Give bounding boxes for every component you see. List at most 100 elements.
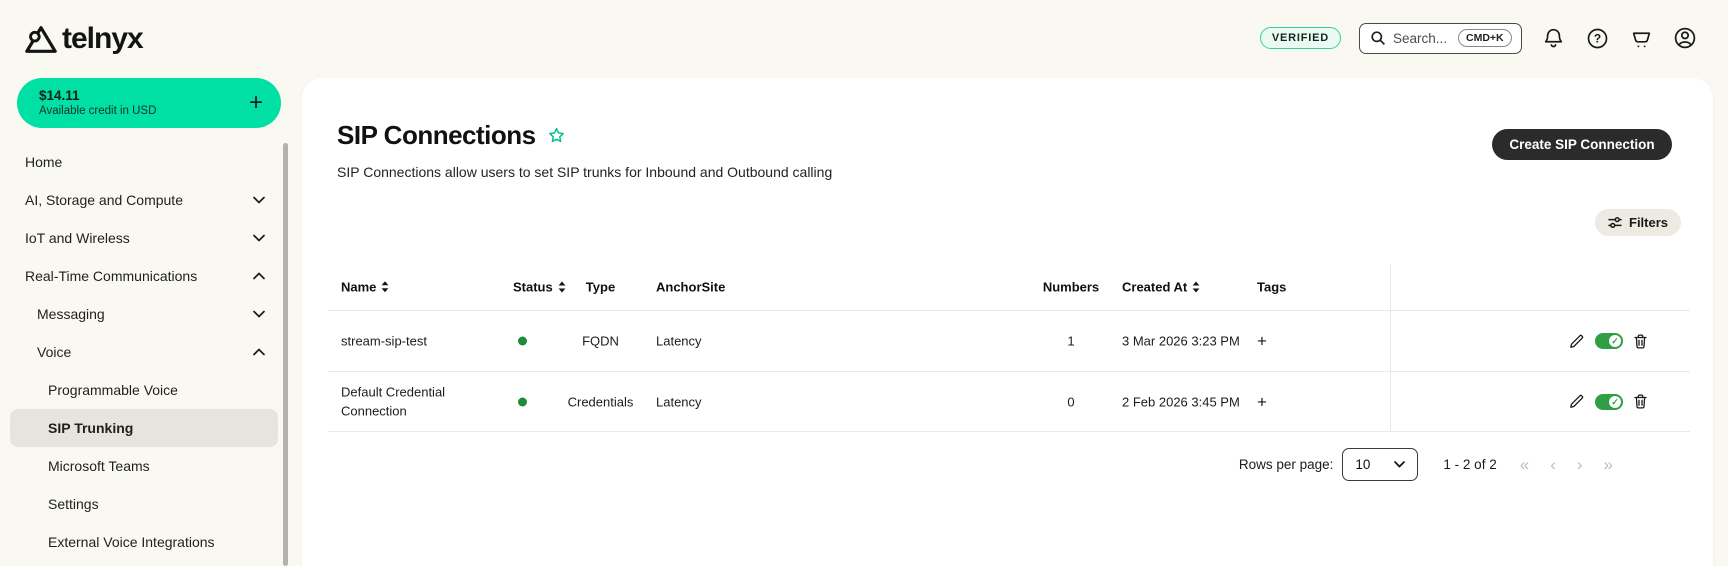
filters-button[interactable]: Filters bbox=[1595, 209, 1682, 236]
page-subtitle: SIP Connections allow users to set SIP t… bbox=[337, 164, 833, 180]
pagination-range-label: 1 - 2 of 2 bbox=[1443, 457, 1497, 472]
create-sip-connection-button[interactable]: Create SIP Connection bbox=[1492, 129, 1672, 160]
previous-page-button[interactable]: ‹ bbox=[1550, 456, 1556, 473]
rows-per-page-select[interactable]: 10 bbox=[1342, 448, 1419, 481]
credit-text: $14.11 Available credit in USD bbox=[39, 88, 156, 118]
add-tag-button[interactable]: + bbox=[1257, 332, 1267, 351]
account-icon[interactable] bbox=[1672, 25, 1698, 51]
column-header-label: Type bbox=[585, 279, 616, 295]
column-header-label: Numbers bbox=[1042, 279, 1100, 295]
connection-name: Default Credential Connection bbox=[341, 384, 446, 419]
sidebar-item-label: Settings bbox=[48, 496, 99, 512]
toggle-knob-check: ✓ bbox=[1609, 395, 1621, 408]
column-header-name[interactable]: Name bbox=[341, 277, 501, 297]
credit-label: Available credit in USD bbox=[39, 105, 157, 117]
pagination-bar: Rows per page: 10 1 - 2 of 2 « ‹ › » bbox=[1239, 448, 1613, 481]
filters-label: Filters bbox=[1629, 215, 1669, 230]
top-bar: telnyx VERIFIED CMD+K ? bbox=[0, 0, 1728, 78]
sidebar-item-external-voice-integrations[interactable]: External Voice Integrations bbox=[10, 523, 278, 561]
column-header-type: Type bbox=[558, 280, 643, 295]
first-page-button[interactable]: « bbox=[1520, 456, 1529, 473]
table-header-row: Name Status Type AnchorSite Numbers Crea… bbox=[328, 264, 1690, 311]
actions-column-divider bbox=[1390, 264, 1391, 432]
help-icon[interactable]: ? bbox=[1584, 25, 1610, 51]
sidebar-item-home[interactable]: Home bbox=[10, 143, 278, 181]
delete-trash-icon[interactable] bbox=[1634, 394, 1647, 409]
created-at-value: 3 Mar 2026 3:23 PM bbox=[1122, 333, 1240, 349]
column-header-anchorsite: AnchorSite bbox=[656, 280, 725, 295]
column-header-label: AnchorSite bbox=[656, 279, 726, 295]
row-actions: ✓ bbox=[1569, 333, 1647, 349]
sidebar-item-voice[interactable]: Voice bbox=[10, 333, 278, 371]
sidebar-item-label: Messaging bbox=[37, 306, 105, 322]
column-header-numbers: Numbers bbox=[1033, 280, 1109, 295]
anchorsite-value: Latency bbox=[656, 394, 702, 409]
rows-per-page-value: 10 bbox=[1355, 457, 1371, 472]
connection-type: Credentials bbox=[567, 394, 634, 409]
sidebar-item-messaging[interactable]: Messaging bbox=[10, 295, 278, 333]
chevron-down-icon bbox=[253, 310, 265, 318]
sidebar-scrollbar[interactable] bbox=[283, 143, 288, 566]
credit-amount: $14.11 bbox=[39, 88, 80, 103]
column-header-created-at[interactable]: Created At bbox=[1122, 280, 1200, 295]
delete-trash-icon[interactable] bbox=[1634, 333, 1647, 349]
telnyx-logo-icon bbox=[24, 24, 58, 55]
numbers-count: 1 bbox=[1067, 333, 1075, 349]
credit-balance-card: $14.11 Available credit in USD + bbox=[17, 78, 281, 128]
favorite-star-icon[interactable] bbox=[548, 127, 565, 144]
column-header-label: Tags bbox=[1257, 279, 1287, 295]
page-title-row: SIP Connections bbox=[337, 120, 565, 151]
toggle-knob-check: ✓ bbox=[1609, 335, 1621, 347]
edit-pencil-icon[interactable] bbox=[1569, 334, 1584, 349]
add-credit-button[interactable]: + bbox=[249, 91, 263, 115]
notifications-bell-icon[interactable] bbox=[1540, 25, 1566, 51]
chevron-down-icon bbox=[253, 196, 265, 204]
sidebar-item-label: IoT and Wireless bbox=[25, 230, 130, 246]
rows-per-page-label: Rows per page: bbox=[1238, 457, 1334, 472]
column-header-label: Name bbox=[341, 279, 377, 295]
connection-name: stream-sip-test bbox=[341, 333, 427, 349]
edit-pencil-icon[interactable] bbox=[1569, 394, 1584, 409]
sidebar-item-settings[interactable]: Settings bbox=[10, 485, 278, 523]
sidebar-item-label: Home bbox=[25, 154, 63, 170]
chevron-up-icon bbox=[253, 348, 265, 356]
sidebar-item-sip-trunking[interactable]: SIP Trunking bbox=[10, 409, 278, 447]
sort-icon bbox=[382, 281, 389, 293]
verified-badge[interactable]: VERIFIED bbox=[1259, 27, 1341, 49]
sidebar-item-real-time-communications[interactable]: Real-Time Communications bbox=[10, 257, 278, 295]
table-row[interactable]: stream-sip-test FQDN Latency 1 3 Mar 202… bbox=[328, 311, 1690, 372]
enabled-toggle-on[interactable]: ✓ bbox=[1595, 333, 1623, 349]
sidebar-item-microsoft-teams[interactable]: Microsoft Teams bbox=[10, 447, 278, 485]
sidebar-item-programmable-voice[interactable]: Programmable Voice bbox=[10, 371, 278, 409]
column-header-tags: Tags bbox=[1257, 280, 1286, 295]
enabled-toggle-on[interactable]: ✓ bbox=[1595, 393, 1623, 410]
sort-icon bbox=[1192, 281, 1200, 293]
cart-icon[interactable] bbox=[1628, 25, 1654, 51]
add-tag-button[interactable]: + bbox=[1257, 392, 1267, 411]
table-row[interactable]: Default Credential Connection Credential… bbox=[328, 372, 1690, 432]
sidebar-item-iot-wireless[interactable]: IoT and Wireless bbox=[10, 219, 278, 257]
sidebar-item-label: Programmable Voice bbox=[48, 382, 178, 398]
column-header-label: Created At bbox=[1122, 279, 1188, 295]
status-dot-active bbox=[518, 336, 527, 346]
status-dot-active bbox=[518, 397, 527, 406]
numbers-count: 0 bbox=[1067, 394, 1075, 409]
search-input[interactable] bbox=[1393, 30, 1451, 46]
telnyx-logo[interactable]: telnyx bbox=[24, 22, 144, 56]
search-box[interactable]: CMD+K bbox=[1359, 22, 1522, 54]
column-header-label: Status bbox=[513, 279, 553, 295]
last-page-button[interactable]: » bbox=[1604, 456, 1613, 473]
sidebar-item-label: Voice bbox=[37, 344, 72, 360]
svg-text:?: ? bbox=[1593, 31, 1600, 45]
next-page-button[interactable]: › bbox=[1577, 456, 1583, 473]
anchorsite-value: Latency bbox=[656, 333, 702, 349]
sidebar-item-label: Microsoft Teams bbox=[48, 458, 150, 474]
logo-text: telnyx bbox=[62, 22, 144, 55]
sidebar-item-label: SIP Trunking bbox=[48, 420, 134, 436]
chevron-down-icon bbox=[1394, 461, 1406, 468]
pagination-arrows: « ‹ › » bbox=[1520, 456, 1613, 473]
sidebar-nav: Home AI, Storage and Compute IoT and Wir… bbox=[10, 143, 278, 561]
row-actions: ✓ bbox=[1569, 393, 1647, 410]
filters-sliders-icon bbox=[1608, 216, 1622, 229]
sidebar-item-ai-storage-compute[interactable]: AI, Storage and Compute bbox=[10, 181, 278, 219]
